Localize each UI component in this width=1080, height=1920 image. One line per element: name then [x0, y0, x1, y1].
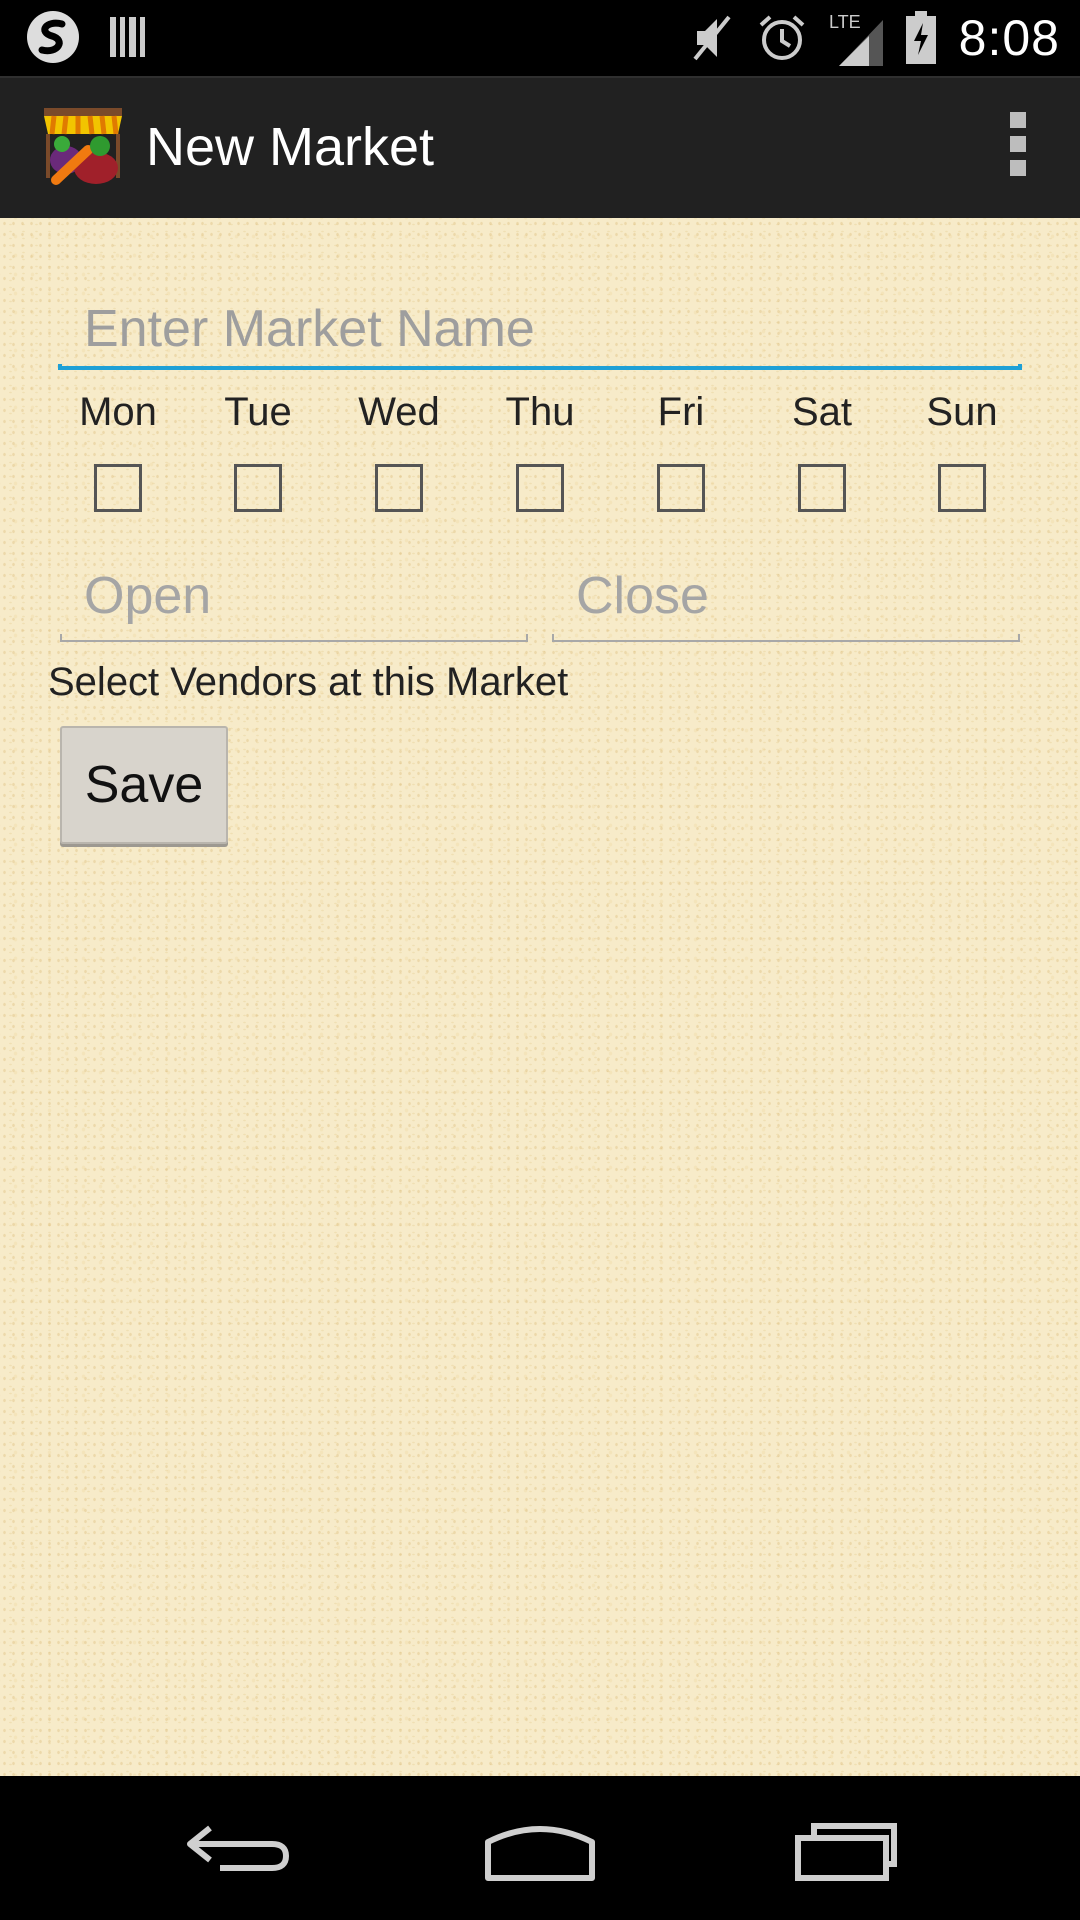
open-time-field — [60, 558, 528, 642]
barcode-icon — [108, 13, 148, 61]
day-label-sun: Sun — [926, 390, 998, 434]
recents-icon[interactable] — [790, 1806, 910, 1890]
day-thu: Thu — [490, 390, 590, 512]
navigation-bar — [0, 1776, 1080, 1920]
day-fri: Fri — [631, 390, 731, 512]
page-title: New Market — [146, 117, 435, 177]
close-time-underline — [552, 634, 1020, 642]
screen: LTE 8:08 New Market Enter Market Name Mo… — [0, 0, 1080, 1920]
svg-text:LTE: LTE — [829, 12, 861, 32]
day-label-tue: Tue — [224, 390, 292, 434]
status-clock: 8:08 — [958, 10, 1060, 66]
day-label-fri: Fri — [657, 390, 705, 434]
back-icon[interactable] — [180, 1806, 300, 1890]
day-wed: Wed — [349, 390, 449, 512]
status-bar-left — [24, 8, 148, 66]
day-mon: Mon — [68, 390, 168, 512]
checkbox-tue[interactable] — [234, 464, 282, 512]
checkbox-wed[interactable] — [375, 464, 423, 512]
market-stall-icon[interactable] — [40, 106, 126, 192]
day-label-mon: Mon — [79, 390, 157, 434]
day-label-thu: Thu — [505, 390, 575, 434]
swype-icon — [24, 8, 82, 66]
open-time-input[interactable] — [60, 558, 528, 634]
checkbox-thu[interactable] — [516, 464, 564, 512]
save-button[interactable]: Save — [60, 726, 228, 844]
close-time-field — [552, 558, 1020, 642]
overflow-dot — [1010, 112, 1026, 128]
close-time-input[interactable] — [552, 558, 1020, 634]
open-time-underline — [60, 634, 528, 642]
status-bar-right: LTE 8:08 — [689, 0, 1060, 76]
overflow-dot — [1010, 136, 1026, 152]
signal-icon: LTE — [829, 10, 883, 66]
checkbox-mon[interactable] — [94, 464, 142, 512]
home-icon[interactable] — [480, 1806, 600, 1890]
battery-charging-icon — [905, 11, 937, 65]
market-name-input[interactable] — [58, 290, 1022, 364]
day-sun: Sun — [912, 390, 1012, 512]
market-name-field — [58, 290, 1022, 370]
checkbox-fri[interactable] — [657, 464, 705, 512]
mute-icon — [689, 13, 735, 63]
action-bar: New Market — [0, 76, 1080, 218]
checkbox-sun[interactable] — [938, 464, 986, 512]
day-label-sat: Sat — [791, 390, 853, 434]
day-label-wed: Wed — [358, 390, 440, 434]
select-vendors-label[interactable]: Select Vendors at this Market — [48, 660, 568, 705]
overflow-dot — [1010, 160, 1026, 176]
day-tue: Tue — [208, 390, 308, 512]
content-area: Mon Tue Wed Thu Fri Sat Sun — [0, 218, 1080, 1776]
market-name-underline — [58, 364, 1022, 370]
day-sat: Sat — [772, 390, 872, 512]
status-bar: LTE 8:08 — [0, 0, 1080, 76]
alarm-icon — [757, 13, 807, 63]
checkbox-sat[interactable] — [798, 464, 846, 512]
overflow-menu-icon[interactable] — [1006, 112, 1030, 184]
